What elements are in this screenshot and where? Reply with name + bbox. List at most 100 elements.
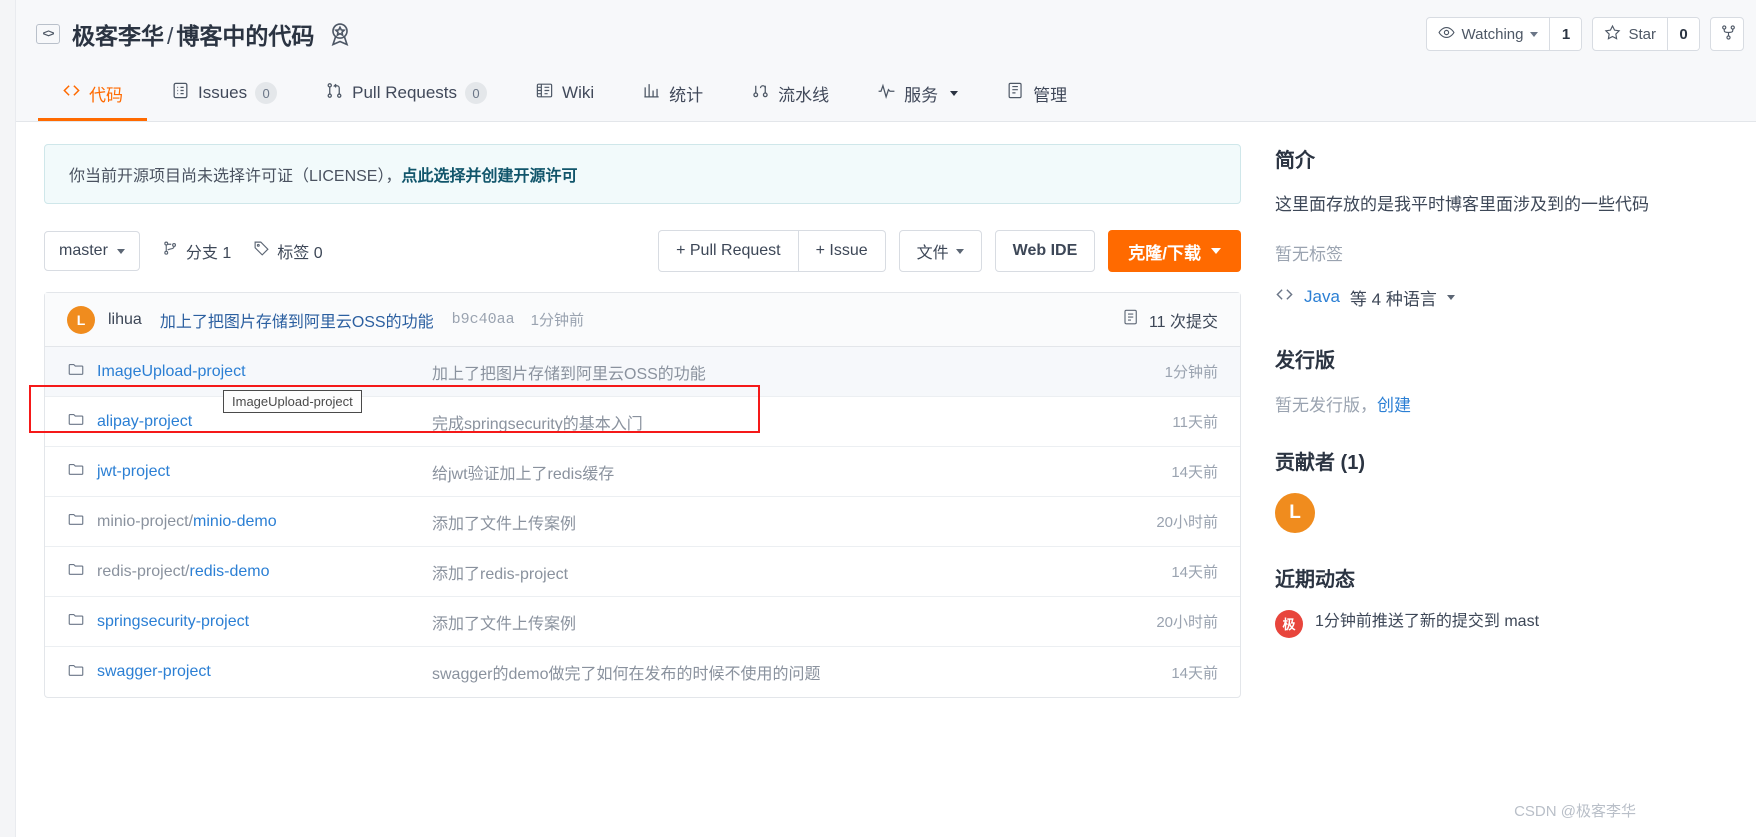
folder-icon: [67, 560, 85, 583]
file-commit-message[interactable]: 添加了文件上传案例: [432, 510, 1156, 534]
contributors-section: 贡献者 (1) L: [1275, 446, 1756, 533]
pipeline-icon: [751, 81, 770, 105]
activity-section: 近期动态 极 1分钟前推送了新的提交到 mast: [1275, 563, 1756, 638]
new-issue-button[interactable]: + Issue: [798, 230, 886, 272]
star-button[interactable]: Star: [1593, 18, 1667, 50]
web-ide-button[interactable]: Web IDE: [994, 230, 1096, 272]
file-link[interactable]: springsecurity-project: [97, 613, 249, 631]
list-item[interactable]: 极 1分钟前推送了新的提交到 mast: [1275, 609, 1756, 638]
branch-selector[interactable]: master: [44, 231, 140, 271]
branch-icon: [162, 240, 179, 262]
tab-manage[interactable]: 管理: [982, 68, 1091, 121]
tab-manage-label: 管理: [1033, 85, 1068, 105]
file-link[interactable]: swagger-project: [97, 663, 211, 681]
file-link[interactable]: ImageUpload-project: [97, 363, 246, 381]
tags-link[interactable]: 标签 0: [253, 239, 323, 263]
table-row[interactable]: swagger-project swagger的demo做完了如何在发布的时候不…: [45, 647, 1240, 697]
file-time: 11天前: [1172, 414, 1218, 431]
repo-meta-links: 分支 1 标签 0: [162, 239, 323, 263]
file-time: 20小时前: [1156, 514, 1218, 531]
folder-icon: [67, 410, 85, 433]
left-scroll-strip: [0, 0, 16, 837]
file-commit-message[interactable]: swagger的demo做完了如何在发布的时候不使用的问题: [432, 660, 1171, 684]
commit-count-link[interactable]: 11 次提交: [1122, 308, 1218, 332]
file-name-cell: alipay-project: [67, 410, 432, 433]
file-path-prefix-label: redis-project/: [97, 562, 190, 580]
watching-button-group[interactable]: Watching 1: [1425, 17, 1583, 51]
intro-description: 这里面存放的是我平时博客里面涉及到的一些代码: [1275, 195, 1649, 214]
commit-author[interactable]: lihua: [108, 311, 142, 329]
tag-icon: [253, 240, 270, 262]
folder-icon: [67, 360, 85, 383]
file-commit-message[interactable]: 添加了文件上传案例: [432, 610, 1156, 634]
file-commit-message[interactable]: 完成springsecurity的基本入门: [432, 410, 1172, 434]
tab-statistics[interactable]: 统计: [618, 68, 727, 121]
file-link[interactable]: redis-demo: [189, 563, 269, 580]
tab-issues[interactable]: Issues 0: [147, 68, 301, 121]
file-name-cell: jwt-project: [67, 460, 432, 483]
folder-icon: [67, 610, 85, 633]
repo-owner[interactable]: 极客李华: [72, 23, 164, 49]
star-button-group[interactable]: Star 0: [1592, 17, 1700, 51]
table-row[interactable]: springsecurity-project 添加了文件上传案例 20小时前: [45, 597, 1240, 647]
star-count[interactable]: 0: [1667, 18, 1699, 50]
releases-empty-row: 暂无发行版，创建: [1275, 391, 1756, 416]
clone-download-button[interactable]: 克隆/下载: [1108, 230, 1241, 272]
file-time: 14天前: [1171, 564, 1218, 581]
chevron-down-icon: [1446, 294, 1455, 300]
toolbar-buttons: + Pull Request + Issue 文件 Web IDE 克隆/下载: [658, 230, 1241, 272]
tab-code-label: 代码: [89, 85, 123, 105]
languages-row[interactable]: Java 等 4 种语言: [1275, 285, 1756, 310]
file-path-prefix[interactable]: minio-project/minio-demo: [97, 513, 277, 531]
watching-label: Watching: [1461, 25, 1524, 43]
tab-pipeline[interactable]: 流水线: [727, 68, 853, 121]
tab-pull-requests[interactable]: Pull Requests 0: [301, 68, 511, 121]
new-pull-request-button[interactable]: + Pull Request: [658, 230, 799, 272]
file-link[interactable]: alipay-project: [97, 413, 192, 431]
file-link[interactable]: minio-demo: [193, 513, 277, 530]
file-commit-message[interactable]: 给jwt验证加上了redis缓存: [432, 460, 1171, 484]
file-browser-table: L lihua 加上了把图片存储到阿里云OSS的功能 b9c40aa 1分钟前 …: [44, 292, 1241, 698]
file-path-prefix-label: minio-project/: [97, 512, 194, 530]
watching-button[interactable]: Watching: [1427, 18, 1550, 50]
file-time: 20小时前: [1156, 614, 1218, 631]
create-release-link[interactable]: 创建: [1377, 396, 1411, 415]
file-commit-message[interactable]: 添加了redis-project: [432, 560, 1171, 584]
tab-issues-badge: 0: [255, 82, 278, 104]
chart-bar-icon: [642, 81, 661, 105]
commit-message[interactable]: 加上了把图片存储到阿里云OSS的功能: [160, 308, 434, 332]
tab-wiki[interactable]: Wiki: [511, 68, 618, 121]
code-icon: [62, 81, 81, 105]
primary-language-link[interactable]: Java: [1304, 287, 1340, 307]
repo-title-group: <> 极客李华 / 博客中的代码: [36, 17, 354, 51]
tab-services-label: 服务: [904, 85, 939, 105]
file-name-cell: ImageUpload-project: [67, 360, 432, 383]
table-row[interactable]: minio-project/minio-demo 添加了文件上传案例 20小时前: [45, 497, 1240, 547]
file-path-prefix[interactable]: redis-project/redis-demo: [97, 563, 270, 581]
book-icon: [535, 81, 554, 105]
file-commit-message[interactable]: 加上了把图片存储到阿里云OSS的功能: [432, 360, 1165, 384]
watching-count[interactable]: 1: [1549, 18, 1582, 50]
activity-avatar[interactable]: 极: [1275, 609, 1303, 638]
repo-toolbar: master 分支 1 标签 0 + Pull Request + Issue …: [44, 230, 1241, 272]
files-dropdown-button[interactable]: 文件: [898, 230, 982, 272]
commit-sha[interactable]: b9c40aa: [452, 311, 515, 328]
fork-button-group[interactable]: [1710, 17, 1744, 51]
tab-code[interactable]: 代码: [38, 68, 147, 121]
branches-link[interactable]: 分支 1: [162, 239, 231, 263]
main-column: 你当前开源项目尚未选择许可证（LICENSE），点此选择并创建开源许可 mast…: [16, 122, 1241, 837]
tab-services[interactable]: 服务: [853, 68, 982, 121]
fork-button[interactable]: [1711, 18, 1743, 50]
chevron-down-icon: [116, 248, 125, 254]
contributor-avatar[interactable]: L: [1275, 492, 1315, 533]
avatar[interactable]: L: [67, 305, 95, 334]
pull-request-icon: [325, 81, 344, 105]
create-license-link[interactable]: 点此选择并创建开源许可: [401, 168, 577, 185]
settings-doc-icon: [1006, 81, 1025, 105]
file-time: 14天前: [1171, 464, 1218, 481]
table-row[interactable]: jwt-project 给jwt验证加上了redis缓存 14天前: [45, 447, 1240, 497]
table-row[interactable]: redis-project/redis-demo 添加了redis-projec…: [45, 547, 1240, 597]
releases-empty-label: 暂无发行版，: [1275, 395, 1377, 415]
file-link[interactable]: jwt-project: [97, 463, 170, 481]
repo-name[interactable]: 博客中的代码: [176, 23, 314, 49]
